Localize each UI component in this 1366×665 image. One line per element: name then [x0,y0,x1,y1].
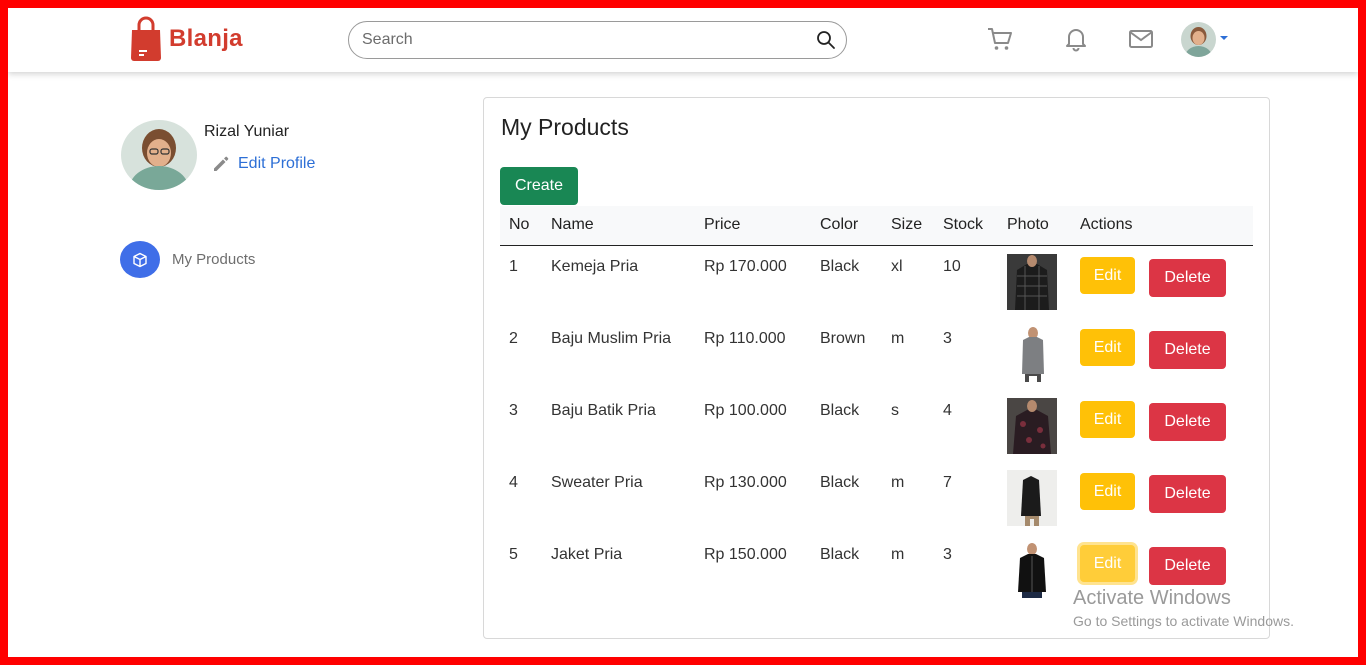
edit-button[interactable]: Edit [1080,257,1135,294]
cell-stock: 3 [943,330,952,347]
product-photo [1007,470,1057,526]
cell-no: 3 [509,402,518,419]
edit-profile-label: Edit Profile [238,155,316,172]
watermark-subtitle: Go to Settings to activate Windows. [1073,613,1294,629]
table-row: 4 Sweater Pria Rp 130.000 Black m 7 Edit… [500,463,1253,535]
column-header: Photo [1007,216,1049,233]
edit-button[interactable]: Edit [1080,545,1135,582]
cell-color: Black [820,402,860,419]
table-row: 1 Kemeja Pria Rp 170.000 Black xl 10 Edi… [500,247,1253,319]
cell-name: Jaket Pria [551,546,623,563]
search-bar [348,21,847,59]
bell-icon[interactable] [1063,26,1089,52]
edit-button[interactable]: Edit [1080,401,1135,438]
column-header: Color [820,216,859,233]
sidebar-item-label: My Products [172,251,256,268]
delete-button[interactable]: Delete [1149,547,1226,585]
delete-button[interactable]: Delete [1149,331,1226,369]
windows-activation-watermark: Activate Windows Go to Settings to activ… [1073,587,1294,629]
cell-size: s [891,402,899,419]
products-card: My Products Create No Name Price Color S… [483,97,1270,639]
app-frame: Blanja Search Rizal Yuniar Edit Profile … [8,8,1358,657]
delete-button[interactable]: Delete [1149,259,1226,297]
chevron-down-icon[interactable] [1219,35,1229,42]
create-button[interactable]: Create [500,167,578,205]
search-input[interactable] [362,31,802,49]
edit-button[interactable]: Edit [1080,473,1135,510]
brand-name: Blanja [169,25,243,52]
cell-price: Rp 110.000 [704,330,786,347]
cell-stock: 4 [943,402,952,419]
product-photo [1007,254,1057,310]
product-photo [1007,326,1057,382]
edit-button[interactable]: Edit [1080,329,1135,366]
watermark-title: Activate Windows [1073,587,1231,609]
user-avatar[interactable] [1181,22,1216,57]
cell-color: Black [820,546,860,563]
product-photo [1007,542,1057,598]
cell-no: 1 [509,258,518,275]
profile-avatar [121,120,197,190]
cell-size: m [891,546,905,563]
cell-stock: 7 [943,474,952,491]
mail-icon[interactable] [1128,26,1154,52]
cell-no: 2 [509,330,518,347]
product-photo [1007,398,1057,454]
cell-color: Brown [820,330,866,347]
table-row: 3 Baju Batik Pria Rp 100.000 Black s 4 E… [500,391,1253,463]
search-icon[interactable] [816,30,836,50]
cell-price: Rp 100.000 [704,402,787,419]
cell-price: Rp 170.000 [704,258,787,275]
delete-button[interactable]: Delete [1149,475,1226,513]
column-header: Actions [1080,216,1133,233]
sidebar-item-my-products[interactable]: My Products [120,241,255,278]
profile-name: Rizal Yuniar [204,123,290,140]
cell-name: Baju Batik Pria [551,402,656,419]
cell-size: m [891,474,905,491]
cell-name: Sweater Pria [551,474,643,491]
delete-button[interactable]: Delete [1149,403,1226,441]
cell-no: 4 [509,474,518,491]
cell-size: m [891,330,905,347]
shopping-bag-logo-icon [131,16,161,61]
cell-size: xl [891,258,903,275]
column-header: Stock [943,216,984,233]
column-header: Name [551,216,594,233]
column-header: No [509,216,530,233]
cell-stock: 3 [943,546,952,563]
table-row: 2 Baju Muslim Pria Rp 110.000 Brown m 3 … [500,319,1253,391]
cell-price: Rp 150.000 [704,546,787,563]
cart-icon[interactable] [987,26,1013,52]
cell-color: Black [820,474,860,491]
page-title: My Products [501,114,629,140]
cell-no: 5 [509,546,518,563]
box-icon [120,241,160,278]
cell-price: Rp 130.000 [704,474,787,491]
column-header: Size [891,216,923,233]
brand[interactable]: Blanja [128,16,243,62]
edit-profile-link[interactable]: Edit Profile [212,155,315,173]
table-header: No Name Price Color Size Stock Photo Act… [500,206,1253,246]
cell-name: Baju Muslim Pria [551,330,672,347]
cell-stock: 10 [943,258,961,275]
pencil-icon [214,156,229,171]
top-navbar: Blanja [8,8,1358,72]
cell-name: Kemeja Pria [551,258,639,275]
column-header: Price [704,216,741,233]
cell-color: Black [820,258,860,275]
